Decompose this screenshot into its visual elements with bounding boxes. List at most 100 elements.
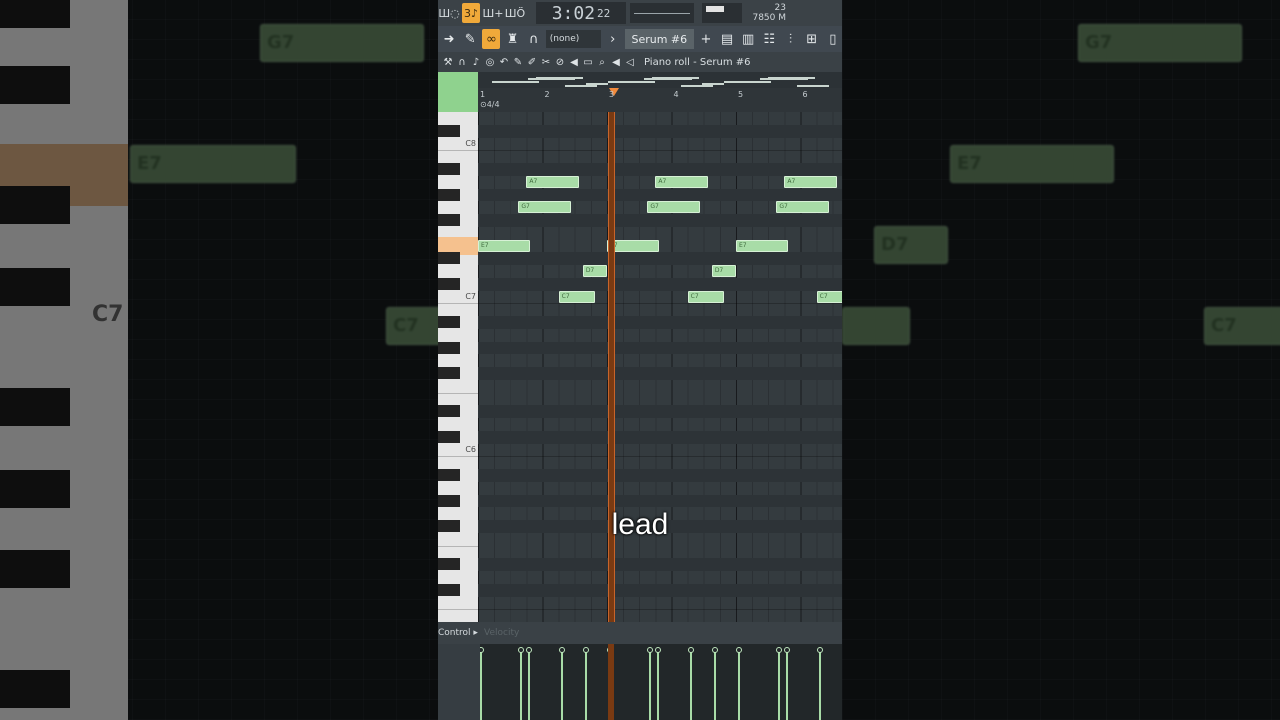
channel-selector[interactable]: Serum #6 [624, 29, 694, 49]
white-key-divider [438, 150, 478, 152]
mute-icon[interactable]: ⊘ [554, 55, 566, 69]
note[interactable]: A7 [526, 175, 579, 188]
master-meter[interactable] [702, 3, 742, 23]
note[interactable]: G7 [776, 201, 829, 214]
control-label[interactable]: Control ▸ [438, 628, 478, 638]
note[interactable]: E7 [478, 239, 531, 252]
velocity-bar[interactable] [736, 647, 742, 720]
black-key[interactable] [438, 583, 460, 596]
magnet-icon[interactable]: ∩ [456, 55, 468, 69]
stamp-icon[interactable]: ♜ [503, 29, 521, 49]
plus-icon[interactable]: + [697, 29, 715, 49]
velocity-bar[interactable] [776, 647, 783, 720]
step-edit-icon[interactable]: 3♪ [462, 3, 480, 23]
piano-roll-icon[interactable]: ▥ [739, 29, 757, 49]
fl-studio-window: Ш◌ 3♪ Ш+ ШÖ 3:02 22 23 7850 M ➜ ✎ ∞ ♜ ∩ … [438, 0, 842, 720]
black-key[interactable] [438, 124, 460, 137]
typing-keyboard-icon[interactable]: Ш+ [483, 3, 504, 23]
ruler-bar-number: 3 [609, 90, 615, 99]
slice-icon[interactable]: ◀ [568, 55, 580, 69]
note[interactable]: C7 [558, 290, 595, 303]
speaker-icon[interactable]: ◀ [610, 55, 622, 69]
note[interactable]: C7 [687, 290, 724, 303]
song-position-display[interactable]: 3:02 22 [536, 2, 626, 24]
brush-icon[interactable]: ✎ [461, 29, 479, 49]
velocity-bar[interactable] [582, 647, 589, 720]
velocity-bar[interactable] [526, 647, 533, 720]
piano-roll-title: Piano roll - Serum #6 [644, 56, 751, 68]
velocity-bar[interactable] [816, 647, 823, 720]
timeline-ruler[interactable]: ⊙4/4 1 2 3 4 5 6 [478, 88, 842, 112]
piano-keyboard[interactable]: C8 C7 C6 [438, 112, 478, 622]
note[interactable]: D7 [711, 265, 736, 277]
piano-roll-corner-button[interactable] [438, 72, 478, 112]
black-key[interactable] [438, 214, 460, 226]
black-key[interactable] [438, 494, 460, 507]
pencil-icon[interactable]: ✎ [512, 55, 524, 69]
velocity-bar[interactable] [480, 647, 484, 720]
chevron-right-icon[interactable]: › [604, 29, 622, 49]
black-key[interactable] [438, 277, 460, 290]
mixer-icon[interactable]: ⫶ [781, 29, 799, 49]
note[interactable]: C7 [816, 290, 842, 303]
note[interactable]: E7 [736, 239, 789, 252]
note-grid[interactable]: A7A7A7G7G7G7E7E7E7D7D7C7C7C7 [478, 112, 842, 622]
plugin-icon[interactable]: ⊞ [803, 29, 821, 49]
paint-icon[interactable]: ✐ [526, 55, 538, 69]
zoom-icon[interactable]: ⌕ [596, 55, 608, 69]
velocity-bar[interactable] [558, 647, 565, 720]
pattern-selector[interactable]: (none) [545, 30, 601, 48]
velocity-bar[interactable] [518, 647, 525, 720]
black-key[interactable] [438, 558, 460, 571]
note[interactable]: G7 [647, 201, 700, 214]
black-key[interactable] [438, 430, 460, 443]
velocity-bar[interactable] [784, 647, 791, 720]
black-key[interactable] [438, 316, 460, 328]
grid-row [478, 597, 842, 610]
metronome-icon[interactable]: ШÖ [505, 3, 525, 23]
browser-icon[interactable]: ▯ [824, 29, 842, 49]
link-icon[interactable]: ∞ [482, 29, 501, 49]
black-key[interactable] [438, 188, 460, 201]
channel-rack-icon[interactable]: ☷ [760, 29, 778, 49]
velocity-bar[interactable] [711, 647, 718, 720]
black-key[interactable] [438, 341, 460, 354]
velocity-lane[interactable] [480, 644, 842, 720]
ruler-bar-number: 2 [544, 90, 550, 99]
grid-row [478, 227, 842, 240]
piano-roll-toolbar: ⚒ ∩ ♪ ◎ ↶ ✎ ✐ ✂ ⊘ ◀ ▭ ⌕ ◀ ◁ Piano roll -… [438, 52, 842, 72]
speaker-icon[interactable]: ◁ [624, 55, 636, 69]
delete-icon[interactable]: ✂ [540, 55, 552, 69]
velocity-bar[interactable] [647, 647, 654, 720]
overview-note [564, 84, 598, 87]
record-icon[interactable]: ◎ [484, 55, 496, 69]
undo-icon[interactable]: ↶ [498, 55, 510, 69]
black-key[interactable] [438, 405, 460, 418]
control-target[interactable]: Velocity [484, 628, 519, 638]
playlist-icon[interactable]: ▤ [718, 29, 736, 49]
grid-row [478, 482, 842, 495]
note-icon[interactable]: ♪ [470, 55, 482, 69]
grid-row [478, 393, 842, 406]
note[interactable]: A7 [784, 175, 837, 188]
select-icon[interactable]: ▭ [582, 55, 594, 69]
note[interactable]: G7 [518, 201, 571, 214]
snap-toggle-icon[interactable]: Ш◌ [438, 3, 459, 23]
ruler-bar-number: 1 [480, 90, 486, 99]
velocity-bar[interactable] [687, 647, 694, 720]
note[interactable]: A7 [655, 175, 708, 188]
playhead-line[interactable] [608, 112, 615, 622]
headphone-icon[interactable]: ∩ [525, 29, 543, 49]
key-octave-label: C6 [465, 444, 476, 454]
arrow-right-icon[interactable]: ➜ [440, 29, 458, 49]
note[interactable]: D7 [582, 265, 607, 277]
black-key[interactable] [438, 469, 460, 481]
black-key[interactable] [438, 367, 460, 379]
grid-row [478, 405, 842, 418]
cpu-value: 23 [774, 3, 786, 13]
velocity-bar[interactable] [655, 647, 662, 720]
black-key[interactable] [438, 163, 460, 175]
wrench-icon[interactable]: ⚒ [442, 55, 454, 69]
black-key[interactable] [438, 252, 460, 265]
pattern-overview[interactable] [478, 72, 842, 88]
